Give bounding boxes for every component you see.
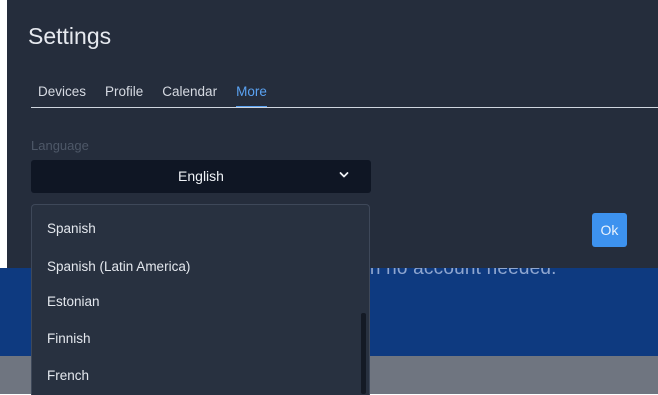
settings-title: Settings xyxy=(28,23,112,49)
dropdown-scrollbar[interactable] xyxy=(361,313,366,394)
language-dropdown-list: Spanish Spanish (Latin America) Estonian… xyxy=(31,204,370,395)
tab-divider xyxy=(31,107,658,108)
chevron-down-icon xyxy=(339,172,349,178)
language-label: Language xyxy=(31,138,89,153)
language-option-finnish[interactable]: Finnish xyxy=(47,331,91,346)
language-option-spanish-latin-america[interactable]: Spanish (Latin America) xyxy=(47,259,190,274)
settings-tabs: Devices Profile Calendar More xyxy=(38,84,286,108)
ok-button[interactable]: Ok xyxy=(592,213,627,247)
language-option-french[interactable]: French xyxy=(47,368,89,383)
language-select[interactable]: English xyxy=(31,160,371,193)
language-selected-value: English xyxy=(178,168,224,184)
tab-profile[interactable]: Profile xyxy=(105,84,143,99)
tab-devices[interactable]: Devices xyxy=(38,84,86,99)
language-option-spanish[interactable]: Spanish xyxy=(47,221,96,236)
tab-more[interactable]: More xyxy=(236,84,267,108)
tab-calendar[interactable]: Calendar xyxy=(162,84,217,99)
language-option-estonian[interactable]: Estonian xyxy=(47,294,100,309)
